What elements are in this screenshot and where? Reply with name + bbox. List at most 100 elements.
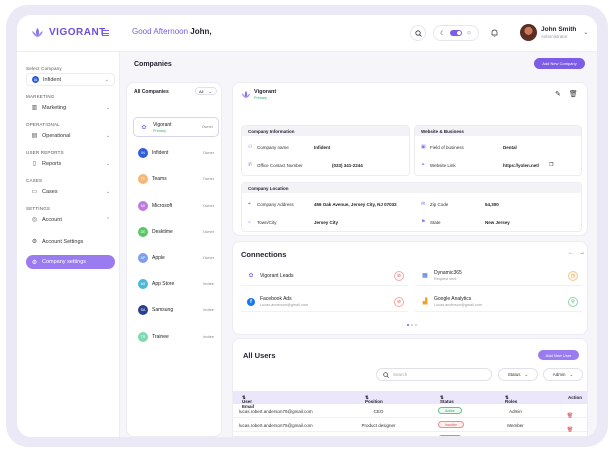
connections-title: Connections [241, 250, 287, 259]
company-select[interactable]: IA Infident ⌄ [26, 73, 115, 86]
carousel-dot[interactable] [411, 324, 413, 326]
company-list-item[interactable]: MI Microsoft Owner [133, 196, 219, 216]
connection-card[interactable]: f Facebook Ads Lucas.anderson@gmail.com … [241, 292, 408, 312]
column-header-email[interactable]: User Email ⇅ [242, 395, 254, 409]
company-name: App Store [152, 281, 175, 288]
sun-icon: ☼ [466, 30, 472, 36]
chevron-up-icon: ⌃ [105, 216, 110, 223]
role-filter-select[interactable]: Admin ⌄ [543, 368, 583, 381]
company-location-box: Company Location ⌖ Company Address 456 O… [241, 182, 582, 232]
vigorant-icon: ✿ [248, 273, 254, 279]
field-value[interactable]: https://yolen.net/ [503, 163, 539, 168]
carousel-dot[interactable] [415, 324, 417, 326]
dynamics-icon: ▦ [422, 273, 428, 279]
sidebar-item-operational[interactable]: ▤ Operational ⌄ [26, 129, 115, 142]
company-list-item[interactable]: IN Infident Owner [133, 143, 219, 163]
sidebar-item-label: Account [42, 216, 62, 223]
field-value: 456 Oak Avenue, Jersey City, NJ 07032 [314, 201, 397, 207]
copy-icon[interactable]: ❐ [549, 162, 553, 168]
connection-card[interactable]: ▦ Dynamic365 Request sent ◷ [415, 266, 582, 286]
add-company-button[interactable]: Add New Company [534, 58, 585, 69]
company-list-item[interactable]: ✿ Vigorant Primary Owner [133, 117, 219, 137]
company-list-item[interactable]: DE Desktime Owner [133, 222, 219, 242]
column-header-action: Action [568, 395, 582, 400]
companies-header: Companies Add New Company [124, 56, 597, 76]
field-town: ⌂ Town/City Jersey City [248, 219, 338, 225]
field-business: ▣ Field of business Dental [421, 144, 517, 150]
sidebar-item-marketing[interactable]: ▥ Marketing ⌄ [26, 101, 115, 114]
user-menu[interactable]: John Smith Administrator ⌄ [520, 24, 588, 41]
connection-card[interactable]: ✿ Vigorant Leads ⊘ [241, 266, 408, 286]
section-label-marketing: MARKETING [26, 94, 55, 99]
section-label-operational: OPERATIONAL [26, 122, 60, 127]
sidebar-item-label: Company settings [42, 259, 87, 265]
company-sub: Primary [153, 128, 167, 133]
field-address: ⌖ Company Address 456 Oak Avenue, Jersey… [248, 201, 397, 207]
company-list-item[interactable]: TE Teams Owner [133, 169, 219, 189]
field-value: New Jersey [485, 219, 510, 225]
sidebar-item-account-settings[interactable]: ⚙ Account Settings [26, 235, 115, 248]
field-value: Dental [503, 144, 517, 150]
sidebar-item-reports[interactable]: ▯ Reports ⌄ [26, 157, 115, 170]
status-filter-select[interactable]: Status ⌄ [498, 368, 538, 381]
section-title: Company Location [242, 183, 581, 193]
cell-role: Admin [509, 409, 522, 414]
company-list-item[interactable]: SA Samsung Invitee [133, 300, 219, 320]
arrow-right-icon[interactable]: → [579, 250, 585, 256]
trash-icon[interactable]: 🗑 [569, 90, 578, 98]
field-label: Town/City [257, 219, 277, 225]
status-filter-value: Status [507, 372, 521, 377]
hamburger-menu-icon[interactable] [102, 30, 109, 36]
company-role: Invitee [202, 308, 214, 313]
column-header-status[interactable]: Status ⇅ [440, 395, 454, 404]
field-value: (033) 341-2244 [332, 162, 363, 168]
chevron-down-icon: ⌄ [524, 371, 529, 377]
column-header-roles[interactable]: Roles ⇅ [505, 395, 517, 404]
folder-icon: ▭ [31, 189, 38, 195]
search-input[interactable]: Search [393, 372, 407, 377]
company-name: Microsoft [152, 202, 173, 209]
connection-name: Google Analytics [434, 296, 472, 302]
add-user-button[interactable]: Add New User [538, 350, 579, 360]
state-icon: ⚑ [421, 219, 426, 225]
notification-button[interactable] [486, 25, 502, 41]
connect-button[interactable]: ⚲ [568, 297, 578, 307]
field-label: State [430, 219, 441, 225]
connection-card[interactable]: ▟ Google Analytics Lucas.anderson@gmail.… [415, 292, 582, 312]
section-title: Company Information [242, 126, 409, 136]
connections-panel: Connections ← → ✿ Vigorant Leads ⊘ ▦ Dyn… [232, 241, 588, 335]
user-icon: ⚇ [248, 144, 253, 150]
greeting: Good Afternoon John, [132, 27, 212, 36]
connection-sub: Lucas.anderson@gmail.com [434, 303, 483, 307]
edit-icon[interactable]: ✎ [555, 90, 561, 98]
theme-switcher[interactable]: ☾ ☼ [433, 25, 479, 41]
arrow-left-icon[interactable]: ← [568, 250, 574, 256]
section-label-settings: SETTINGS [26, 206, 51, 211]
field-value: 54,300 [485, 201, 499, 207]
search-button[interactable] [410, 25, 426, 41]
connection-sub: Lucas.anderson@gmail.com [260, 303, 309, 307]
sidebar-item-account[interactable]: ◎ Account ⌃ [26, 213, 115, 226]
company-name: Samsung [152, 307, 174, 314]
company-avatar: DE [138, 226, 148, 237]
user-search[interactable]: Search [376, 368, 492, 381]
company-list-item[interactable]: TR Trainee Invitee [133, 327, 219, 347]
top-icons: ☾ ☼ [410, 25, 502, 41]
filter-value: All [199, 88, 204, 94]
sidebar-item-cases[interactable]: ▭ Cases ⌄ [26, 185, 115, 198]
top-bar: VIGORANT Good Afternoon John, ☾ ☼ John S… [17, 15, 597, 52]
sidebar: Select Company IA Infident ⌄ MARKETING ▥… [17, 52, 120, 437]
disconnect-button[interactable]: ⊘ [394, 271, 404, 281]
sidebar-item-company-settings[interactable]: ⚙ Company settings [26, 255, 115, 269]
company-filter-select[interactable]: All ⌄ [195, 87, 217, 95]
user-name: John Smith [541, 26, 577, 33]
carousel-dot[interactable] [407, 324, 409, 326]
pending-button[interactable]: ◷ [568, 271, 578, 281]
disconnect-button[interactable]: ⊘ [394, 297, 404, 307]
company-list-item[interactable]: AS App Store Invitee [133, 274, 219, 294]
theme-toggle[interactable] [449, 30, 462, 36]
brand-logo[interactable]: VIGORANT [31, 27, 106, 38]
building-icon: ▥ [31, 105, 38, 111]
column-header-position[interactable]: Position ⇅ [365, 395, 383, 404]
company-list-item[interactable]: AP Apple Owner [133, 248, 219, 268]
